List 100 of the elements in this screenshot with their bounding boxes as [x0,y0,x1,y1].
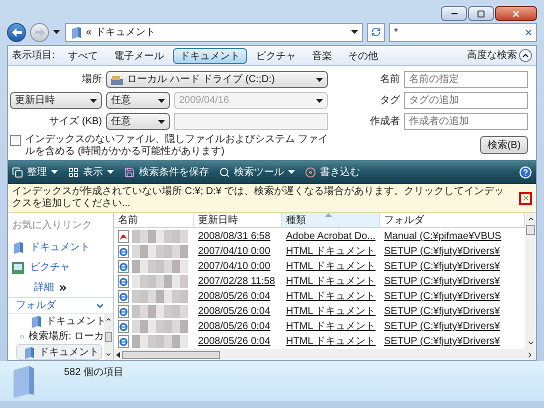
minimize-button[interactable] [441,6,467,21]
scroll-thumb[interactable] [526,225,535,235]
scroll-thumb[interactable] [105,332,112,342]
file-row[interactable]: 2008/05/26 0:04 HTML ドキュメント SETUP (C:¥fjuty¥Drivers¥ [114,334,525,349]
breadcrumb-overflow[interactable]: « [86,24,92,40]
more-link[interactable]: 詳細 [12,280,109,295]
toolbar-button[interactable]: 検索条件を保存 [124,164,209,180]
file-row[interactable]: 2008/05/26 0:04 HTML ドキュメント SETUP (C:¥fjuty¥Drivers¥ [114,304,525,319]
pictures-icon [12,262,24,274]
tree-item[interactable]: ドキュメント [16,344,102,360]
scrollbar[interactable] [104,314,113,360]
drive-icon [111,74,123,84]
filter-label: 表示項目: [12,48,55,63]
date-cell-text: 2007/04/10 0:00 [197,245,272,259]
file-row[interactable]: 2007/04/10 0:00 HTML ドキュメント SETUP (C:¥fjuty¥Drivers¥ [114,244,525,259]
filter-tab[interactable]: すべて [60,48,105,64]
blurred-name [132,335,188,348]
tag-field[interactable]: タグの追加 [404,92,528,109]
folder-icon [70,26,82,38]
advanced-search-button[interactable]: 高度な検索 [467,48,532,63]
help-icon[interactable] [519,166,532,178]
folder-cell-text: SETUP (C:¥fjuty¥Drivers¥ [383,245,501,259]
collapse-icon [521,51,530,60]
scroll-down-icon [526,339,534,347]
save-icon [124,166,135,178]
tree-item[interactable]: 検索場所: ローカ [8,329,104,344]
type-cell-text: HTML ドキュメント [285,260,377,274]
type-cell-text: HTML ドキュメント [285,275,377,289]
maximize-button[interactable] [468,6,494,21]
toolbar-button[interactable]: 表示 [68,164,114,180]
file-row[interactable]: 2007/04/10 0:00 HTML ドキュメント SETUP (C:¥fjuty¥Drivers¥ [114,259,525,274]
blurred-name [132,290,188,303]
toolbar-button[interactable]: 書き込む [305,164,360,180]
location-dropdown[interactable]: ローカル ハード ドライブ (C:;D:) [106,71,328,88]
info-bar[interactable]: インデックスが作成されていない場所 C:¥; D:¥ では、検索が遅くなる場合があります。クリックしてインデックスを追加してください... [8,184,536,213]
folder-cell-text: SETUP (C:¥fjuty¥Drivers¥ [383,260,501,274]
date-cell-text: 2008/05/26 0:04 [197,290,272,304]
type-cell-text: HTML ドキュメント [285,335,377,349]
name-field[interactable]: 名前の指定 [404,71,528,88]
type-cell-text: Adobe Acrobat Do... [285,230,377,244]
file-row[interactable]: 2007/02/28 11:58 HTML ドキュメント SETUP (C:¥fjuty¥Drivers¥ [114,274,525,289]
date-condition-dropdown[interactable]: 任意 [106,92,170,109]
column-header[interactable]: 名前 [114,213,194,227]
filter-tab[interactable]: その他 [340,48,385,64]
info-message[interactable]: インデックスが作成されていない場所 C:¥; D:¥ では、検索が遅くなる場合があります。クリックしてインデックスを追加してください... [12,186,511,210]
size-condition-dropdown[interactable]: 任意 [106,113,170,130]
web-page-icon [118,260,129,273]
dismiss-button[interactable] [519,192,532,204]
file-row[interactable]: 2008/05/26 0:04 HTML ドキュメント SETUP (C:¥fjuty¥Drivers¥ [114,289,525,304]
history-dropdown[interactable] [53,30,61,34]
date-cell-text: 2008/08/31 6:58 [197,230,272,244]
blurred-name [132,260,188,273]
file-row[interactable]: 2008/05/26 0:04 HTML ドキュメント SETUP (C:¥fjuty¥Drivers¥ [114,319,525,334]
caret-icon [316,98,323,102]
size-label: サイズ (KB) [48,115,102,129]
type-cell-text: HTML ドキュメント [285,290,377,304]
close-button[interactable] [495,6,537,21]
author-field[interactable]: 作成者の追加 [404,113,528,130]
checkbox[interactable] [10,135,21,146]
refresh-icon [371,27,381,37]
filter-tab[interactable]: ドキュメント [172,48,247,64]
favorites-heading: お気に入りリンク [12,218,93,233]
folder-cell-text: SETUP (C:¥fjuty¥Drivers¥ [383,335,501,349]
folder-cell-text: SETUP (C:¥fjuty¥Drivers¥ [383,275,501,289]
blurred-name [132,245,188,258]
horizontal-scrollbar[interactable] [114,349,536,360]
scroll-down-icon [105,351,112,358]
filter-tab[interactable]: ピクチャ [248,48,303,64]
date-field-dropdown[interactable]: 更新日時 [10,92,102,109]
date-cell-text: 2007/02/28 11:58 [197,275,276,289]
maximize-icon [477,10,485,18]
search-field[interactable]: * [389,22,537,42]
toolbar-button[interactable]: 整理 [12,164,58,180]
size-field[interactable] [174,113,328,130]
caret-icon [51,170,58,174]
item-count: 582 個の項目 [64,366,124,380]
type-cell-text: HTML ドキュメント [285,305,377,319]
favorite-link[interactable]: ドキュメント [12,240,109,255]
back-button[interactable] [7,22,26,42]
file-row[interactable]: 2008/08/31 6:58 Adobe Acrobat Do... Manual (C:¥pifmae¥VBUS [114,229,525,244]
scroll-left-icon [116,352,120,358]
scroll-thumb[interactable] [122,350,220,358]
breadcrumb-item[interactable]: ドキュメント [96,24,347,40]
web-page-icon [118,335,129,348]
toolbar-button[interactable]: 検索ツール [219,164,295,180]
address-bar[interactable]: « ドキュメント [65,22,363,42]
column-header[interactable]: 種類 [282,213,380,227]
vertical-scrollbar[interactable] [525,213,536,349]
search-button[interactable]: 検索(B) [480,136,528,154]
filter-tab[interactable]: 電子メール [106,48,171,64]
tag-label: タグ [379,94,400,108]
favorite-link[interactable]: ピクチャ [12,260,109,275]
view-icon [68,166,79,178]
refresh-button[interactable] [367,22,385,42]
disc-icon [305,166,316,178]
web-page-icon [118,275,129,288]
clear-icon[interactable] [524,28,533,36]
filter-tab[interactable]: 音楽 [304,48,339,64]
tree-item[interactable]: ドキュメント [8,314,104,329]
web-page-icon [118,290,129,303]
